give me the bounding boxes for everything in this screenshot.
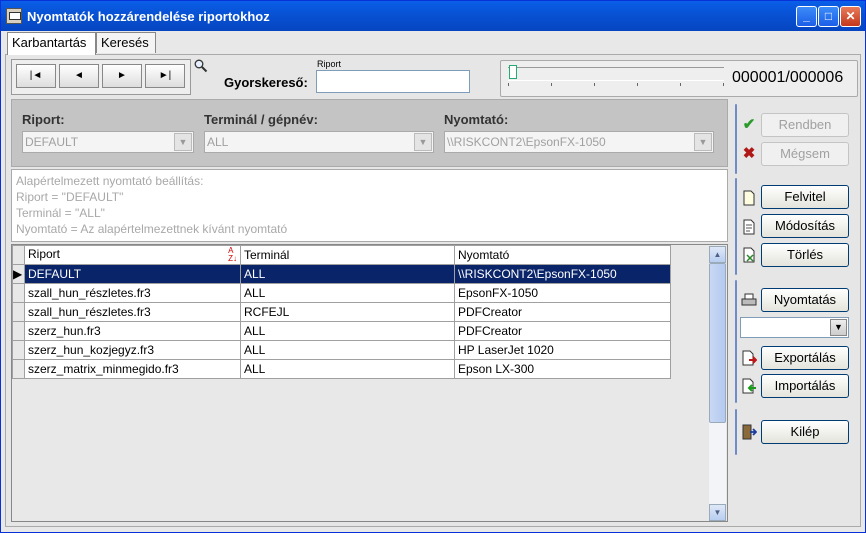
info-line: Riport = "DEFAULT" [16,190,124,204]
chevron-down-icon[interactable]: ▼ [174,133,192,151]
riport-filter-combo[interactable]: DEFAULT ▼ [22,131,194,153]
record-navigator: |◄ ◄ ► ►| [11,59,191,95]
data-grid[interactable]: Riport A Z↓ Terminál Nyomtató ▶ DEFAULT AL… [11,244,728,522]
printer-icon [741,293,757,306]
next-record-button[interactable]: ► [102,64,142,88]
chevron-down-icon[interactable]: ▼ [694,133,712,151]
scroll-up-icon[interactable]: ▲ [709,246,726,263]
grid-table: Riport A Z↓ Terminál Nyomtató ▶ DEFAULT AL… [12,245,671,379]
new-document-icon [743,190,755,206]
table-row[interactable]: szall_hun_részletes.fr3 RCFEJL PDFCreato… [12,302,671,322]
rendben-button[interactable]: Rendben [761,113,849,137]
main-window: Nyomtatók hozzárendelése riportokhoz _ □… [0,0,866,533]
quick-search-input[interactable] [316,70,470,93]
title-bar[interactable]: Nyomtatók hozzárendelése riportokhoz _ □… [1,1,865,31]
filter-panel: Riport: DEFAULT ▼ Terminál / gépnév: ALL… [11,99,728,167]
chevron-down-icon[interactable]: ▼ [830,319,847,336]
close-button[interactable]: ✕ [840,6,861,27]
record-slider-thumb[interactable] [509,65,517,79]
column-header-nyomtato[interactable]: Nyomtató [454,245,671,265]
nyomtatas-button[interactable]: Nyomtatás [761,288,849,312]
exit-group [735,409,737,455]
search-field-caption: Riport [317,59,342,69]
kilep-button[interactable]: Kilép [761,420,849,444]
delete-icon [743,247,755,263]
table-row[interactable]: szerz_hun.fr3 ALL PDFCreator [12,321,671,341]
terminal-filter-combo[interactable]: ALL ▼ [204,131,434,153]
info-line: Terminál = "ALL" [16,206,105,220]
table-row[interactable]: szall_hun_részletes.fr3 ALL EpsonFX-1050 [12,283,671,303]
exit-door-icon [742,424,757,440]
first-record-button[interactable]: |◄ [16,64,56,88]
megsem-button[interactable]: Mégsem [761,142,849,166]
modositas-button[interactable]: Módosítás [761,214,849,238]
edit-group [735,178,737,275]
scroll-down-icon[interactable]: ▼ [709,504,726,521]
import-icon [742,378,756,394]
column-header-riport[interactable]: Riport A Z↓ [24,245,241,265]
grid-vertical-scrollbar[interactable]: ▲ ▼ [709,246,726,521]
x-icon: ✖ [742,145,756,162]
table-row[interactable]: ▶ DEFAULT ALL \\RISKCONT2\EpsonFX-1050 [12,264,671,284]
edit-document-icon [743,219,755,235]
tab-kereses[interactable]: Keresés [96,32,156,53]
terminal-filter-value: ALL [207,135,229,149]
exportalas-button[interactable]: Exportálás [761,346,849,370]
sort-az-icon[interactable]: A Z↓ [228,247,237,263]
check-icon: ✔ [742,116,756,133]
tab-karbantartas[interactable]: Karbantartás [7,32,96,55]
info-memo: Alapértelmezett nyomtató beállítás: Ripo… [11,169,728,242]
print-target-combo[interactable]: ▼ [740,317,849,338]
felvitel-button[interactable]: Felvitel [761,185,849,209]
info-line: Nyomtató = Az alapértelmezettnek kívánt … [16,222,288,236]
torles-button[interactable]: Törlés [761,243,849,267]
table-row[interactable]: szerz_matrix_minmegido.fr3 ALL Epson LX-… [12,359,671,379]
printer-filter-combo[interactable]: \\RISKCONT2\EpsonFX-1050 ▼ [444,131,714,153]
io-group [735,280,737,403]
printer-filter-label: Nyomtató: [444,112,509,127]
maximize-button[interactable]: □ [818,6,839,27]
riport-filter-value: DEFAULT [25,135,79,149]
prev-record-button[interactable]: ◄ [59,64,99,88]
record-counter: 000001/000006 [732,69,844,86]
riport-filter-label: Riport: [22,112,65,127]
slider-ticks [508,83,724,87]
confirm-group [735,104,737,174]
scroll-thumb[interactable] [709,263,726,423]
column-header-terminal[interactable]: Terminál [240,245,455,265]
chevron-down-icon[interactable]: ▼ [414,133,432,151]
search-icon[interactable] [194,59,208,73]
last-record-button[interactable]: ►| [145,64,185,88]
record-slider-track[interactable] [508,67,724,81]
current-row-indicator-icon: ▶ [12,264,25,284]
minimize-button[interactable]: _ [796,6,817,27]
printer-filter-value: \\RISKCONT2\EpsonFX-1050 [447,135,606,149]
app-icon[interactable] [6,8,22,24]
info-line: Alapértelmezett nyomtató beállítás: [16,174,204,188]
export-icon [742,350,757,366]
importalas-button[interactable]: Importálás [761,374,849,398]
header-row: Riport A Z↓ Terminál Nyomtató [12,245,671,265]
window-title: Nyomtatók hozzárendelése riportokhoz [27,9,270,24]
terminal-filter-label: Terminál / gépnév: [204,112,318,127]
quick-search-label: Gyorskereső: [224,75,308,90]
table-row[interactable]: szerz_hun_kozjegyz.fr3 ALL HP LaserJet 1… [12,340,671,360]
